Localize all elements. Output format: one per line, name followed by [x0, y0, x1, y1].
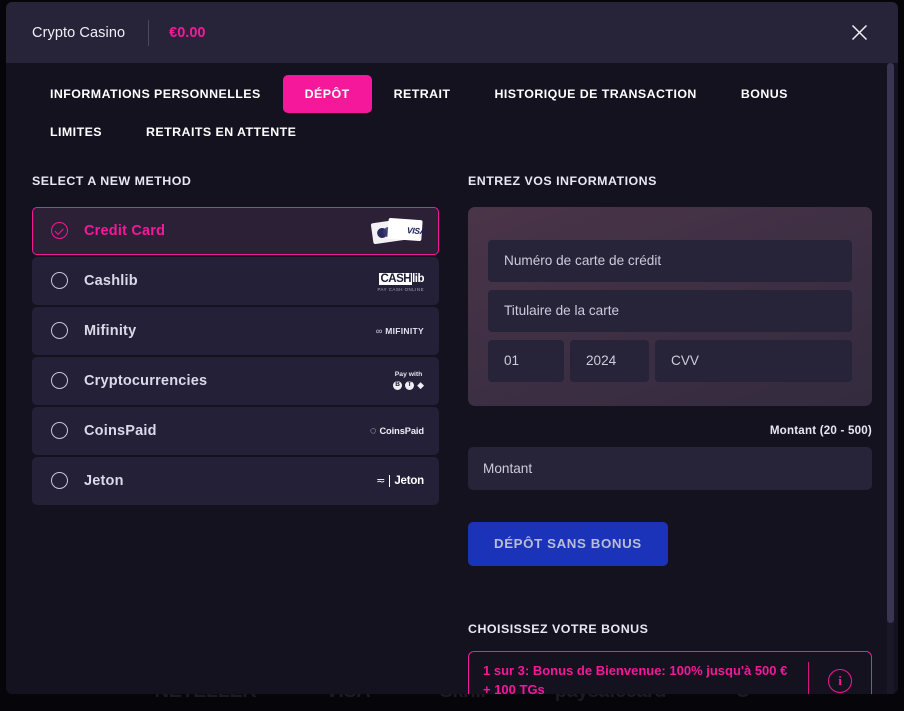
- enter-info-title: ENTREZ VOS INFORMATIONS: [468, 174, 872, 188]
- ethereum-icon: ◆: [417, 381, 424, 390]
- pay-with-crypto-icon: Pay with B T ◆: [362, 366, 424, 396]
- credit-card-panel: Numéro de carte de crédit Titulaire de l…: [468, 207, 872, 406]
- account-modal: Crypto Casino €0.00 INFORMATIONS PERSONN…: [6, 2, 898, 694]
- cashlib-icon: CASHlib PAY CASH ONLINE: [362, 266, 424, 296]
- method-label: CoinsPaid: [84, 423, 362, 439]
- tab-retraits-en-attente[interactable]: RETRAITS EN ATTENTE: [124, 113, 318, 151]
- tab-limites[interactable]: LIMITES: [28, 113, 124, 151]
- expiry-year-select[interactable]: 2024: [570, 340, 649, 382]
- cashlib-part-b: lib: [412, 273, 424, 285]
- infinity-glyph: ∞: [376, 326, 382, 336]
- close-button[interactable]: [844, 18, 874, 48]
- radio-icon: [51, 322, 68, 339]
- bonus-offer-card[interactable]: 1 sur 3: Bonus de Bienvenue: 100% jusqu'…: [468, 651, 872, 694]
- method-mifinity[interactable]: Mifinity ∞ MIFINITY: [32, 307, 439, 355]
- mifinity-word: MIFINITY: [385, 326, 424, 336]
- tab-informations-personnelles[interactable]: INFORMATIONS PERSONNELLES: [28, 75, 283, 113]
- card-holder-input[interactable]: Titulaire de la carte: [488, 290, 852, 332]
- modal-header: Crypto Casino €0.00: [6, 2, 898, 63]
- pay-with-label: Pay with: [393, 372, 424, 379]
- tab-retrait[interactable]: RETRAIT: [372, 75, 473, 113]
- cvv-input[interactable]: CVV: [655, 340, 852, 382]
- method-cryptocurrencies[interactable]: Cryptocurrencies Pay with B T ◆: [32, 357, 439, 405]
- coinspaid-word: CoinsPaid: [379, 426, 424, 436]
- method-label: Cashlib: [84, 273, 362, 289]
- coinspaid-icon: ◌ CoinsPaid: [362, 416, 424, 446]
- bonus-divider: [808, 662, 809, 694]
- payment-methods-column: SELECT A NEW METHOD Credit Card VISA Cas…: [32, 174, 439, 694]
- visa-mastercard-icon: VISA: [362, 216, 424, 246]
- radio-icon: [51, 472, 68, 489]
- expiry-year-value: 2024: [586, 353, 616, 368]
- deposit-form-column: ENTREZ VOS INFORMATIONS Numéro de carte …: [468, 174, 872, 694]
- expiry-month-select[interactable]: 01: [488, 340, 564, 382]
- card-number-placeholder: Numéro de carte de crédit: [504, 253, 661, 268]
- deposit-without-bonus-button[interactable]: DÉPÔT SANS BONUS: [468, 522, 668, 566]
- coinspaid-mark-icon: ◌: [370, 425, 377, 437]
- jeton-mark-icon: ≂: [376, 474, 385, 487]
- cashlib-part-a: CASH: [379, 273, 412, 285]
- card-holder-placeholder: Titulaire de la carte: [504, 303, 619, 318]
- tab-historique-de-transaction[interactable]: HISTORIQUE DE TRANSACTION: [472, 75, 718, 113]
- tab-depot[interactable]: DÉPÔT: [283, 75, 372, 113]
- choose-bonus-title: CHOISISSEZ VOTRE BONUS: [468, 622, 872, 636]
- cvv-placeholder: CVV: [671, 353, 699, 368]
- modal-body: SELECT A NEW METHOD Credit Card VISA Cas…: [6, 158, 898, 694]
- jeton-word: Jeton: [394, 475, 424, 487]
- method-label: Mifinity: [84, 323, 362, 339]
- expiry-month-value: 01: [504, 353, 519, 368]
- expiry-cvv-row: 01 2024 CVV: [488, 340, 852, 382]
- cashlib-tagline: PAY CASH ONLINE: [377, 288, 424, 292]
- modal-scrollbar-thumb[interactable]: [887, 63, 894, 623]
- method-label: Cryptocurrencies: [84, 373, 362, 389]
- close-icon: [851, 24, 868, 41]
- method-jeton[interactable]: Jeton ≂ Jeton: [32, 457, 439, 505]
- tab-bar: INFORMATIONS PERSONNELLES DÉPÔT RETRAIT …: [6, 63, 898, 158]
- header-divider: [148, 20, 149, 46]
- card-number-input[interactable]: Numéro de carte de crédit: [488, 240, 852, 282]
- mifinity-icon: ∞ MIFINITY: [362, 316, 424, 346]
- tether-icon: T: [405, 381, 414, 390]
- bitcoin-icon: B: [393, 381, 402, 390]
- method-label: Credit Card: [84, 223, 362, 239]
- radio-icon: [51, 372, 68, 389]
- tab-bonus[interactable]: BONUS: [719, 75, 810, 113]
- balance-amount: €0.00: [169, 25, 205, 41]
- jeton-icon: ≂ Jeton: [362, 466, 424, 496]
- bonus-offer-text: 1 sur 3: Bonus de Bienvenue: 100% jusqu'…: [483, 662, 808, 694]
- brand-title: Crypto Casino: [32, 25, 125, 41]
- method-coinspaid[interactable]: CoinsPaid ◌ CoinsPaid: [32, 407, 439, 455]
- method-cashlib[interactable]: Cashlib CASHlib PAY CASH ONLINE: [32, 257, 439, 305]
- radio-selected-icon: [51, 222, 68, 239]
- method-credit-card[interactable]: Credit Card VISA: [32, 207, 439, 255]
- select-method-title: SELECT A NEW METHOD: [32, 174, 439, 188]
- jeton-divider: [389, 475, 390, 487]
- method-label: Jeton: [84, 473, 362, 489]
- bonus-info-button[interactable]: i: [809, 669, 871, 693]
- amount-input[interactable]: Montant: [468, 447, 872, 490]
- radio-icon: [51, 422, 68, 439]
- amount-range-label: Montant (20 - 500): [468, 424, 872, 437]
- radio-icon: [51, 272, 68, 289]
- amount-placeholder: Montant: [483, 461, 532, 476]
- info-icon: i: [828, 669, 852, 693]
